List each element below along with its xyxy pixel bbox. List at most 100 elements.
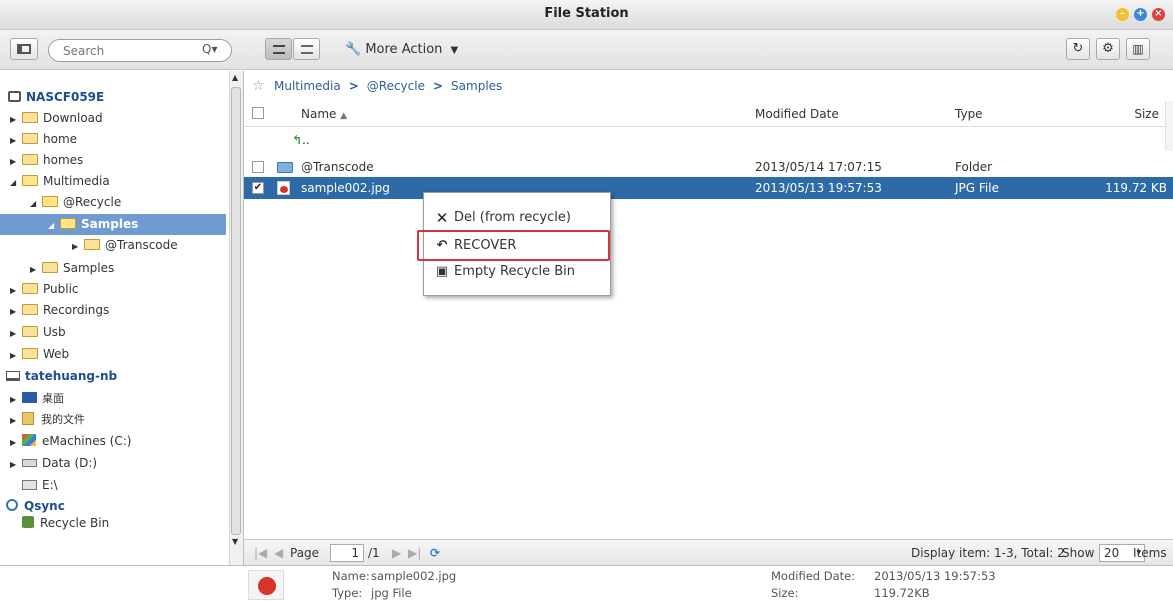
expand-arrow-icon[interactable]: ▶ xyxy=(30,259,42,280)
tree-item-documents[interactable]: ▶ 我的文件 xyxy=(10,409,85,430)
breadcrumb-recycle[interactable]: @Recycle xyxy=(367,79,425,93)
select-all-checkbox[interactable] xyxy=(252,107,264,119)
tree-item-multimedia[interactable]: ◢ Multimedia xyxy=(10,171,110,192)
window-title: File Station xyxy=(544,6,629,21)
tree-item-samples[interactable]: ▶ Samples xyxy=(30,258,114,279)
col-size[interactable]: Size xyxy=(1134,101,1159,127)
display-info: Display item: 1-3, Total: 2 xyxy=(911,546,1065,560)
sidebar-scroll-thumb[interactable] xyxy=(231,87,241,535)
collapse-arrow-icon[interactable]: ◢ xyxy=(48,215,60,236)
system-drive-icon xyxy=(22,434,36,446)
expand-arrow-icon[interactable]: ▶ xyxy=(10,345,22,366)
expand-arrow-icon[interactable]: ▶ xyxy=(10,454,22,475)
tree-item-recycle[interactable]: ◢ @Recycle xyxy=(30,192,121,213)
collapse-arrow-icon[interactable]: ◢ xyxy=(30,193,42,214)
view-list-button[interactable] xyxy=(293,38,320,60)
expand-arrow-icon[interactable]: ▶ xyxy=(10,109,22,130)
expand-arrow-icon[interactable]: ▶ xyxy=(10,280,22,301)
show-label: Show xyxy=(1062,546,1095,560)
last-page-icon[interactable]: ▶| xyxy=(408,540,421,566)
col-type[interactable]: Type xyxy=(955,101,983,127)
tree-item-download[interactable]: ▶ Download xyxy=(10,108,103,129)
tree-item-usb[interactable]: ▶ Usb xyxy=(10,322,66,343)
tree-item-desktop[interactable]: ▶ 桌面 xyxy=(10,388,64,409)
more-action-button[interactable]: 🔧 More Action ▼ xyxy=(345,39,458,61)
sidebar-scrollbar[interactable]: ▲ ▼ xyxy=(229,71,243,565)
tree-item-drive-c[interactable]: ▶ eMachines (C:) xyxy=(10,431,131,452)
folder-icon xyxy=(22,348,38,359)
menu-item-empty-recycle[interactable]: ▣ Empty Recycle Bin xyxy=(430,261,606,283)
file-list-pane: ☆ Multimedia > @Recycle > Samples Name ▲ Mod… xyxy=(244,71,1173,565)
tree-item-public[interactable]: ▶ Public xyxy=(10,279,79,300)
expand-arrow-icon[interactable]: ▶ xyxy=(10,432,22,453)
panel-icon xyxy=(17,44,31,54)
wrench-icon: 🔧 xyxy=(345,42,362,57)
refresh-button[interactable]: ↻ xyxy=(1066,38,1090,60)
sidebar-toggle-button[interactable] xyxy=(10,38,38,60)
up-folder-row[interactable]: ↰ .. xyxy=(244,129,1173,151)
tree-item-samples-selected[interactable]: ◢ Samples xyxy=(0,214,226,235)
details-pane: Name: sample002.jpg Type: jpg File Modif… xyxy=(0,565,1173,601)
expand-arrow-icon[interactable]: ▶ xyxy=(10,410,22,431)
detail-name-value: sample002.jpg xyxy=(371,569,457,583)
tree-node-pc[interactable]: tatehuang-nb xyxy=(6,366,117,387)
next-page-icon[interactable]: ▶ xyxy=(392,540,401,566)
expand-arrow-icon[interactable]: ▶ xyxy=(10,389,22,410)
view-details-button[interactable] xyxy=(265,38,292,60)
tree-node-nas[interactable]: NASCF059E xyxy=(8,87,104,108)
tree-item-drive-e[interactable]: E:\ xyxy=(22,475,58,496)
maximize-icon[interactable]: + xyxy=(1134,8,1147,21)
breadcrumb-samples[interactable]: Samples xyxy=(451,79,502,93)
tree-item-web[interactable]: ▶ Web xyxy=(10,344,69,365)
nas-icon xyxy=(8,91,21,102)
page-label: Page xyxy=(290,546,320,560)
detail-name-label: Name: xyxy=(332,569,370,583)
image-file-icon xyxy=(277,181,290,195)
first-page-icon[interactable]: |◀ xyxy=(254,540,267,566)
close-icon[interactable]: × xyxy=(1152,8,1165,21)
expand-arrow-icon[interactable]: ▶ xyxy=(10,301,22,322)
menu-item-delete[interactable]: ✕ Del (from recycle) xyxy=(430,207,606,229)
list-view-icon xyxy=(300,45,313,54)
tree-item-home[interactable]: ▶ home xyxy=(10,129,77,150)
detail-modified-label: Modified Date: xyxy=(771,569,856,583)
refresh-icon[interactable]: ⟳ xyxy=(430,540,440,566)
pager-bar: |◀ ◀ Page 1 /1 ▶ ▶| ⟳ Display item: 1-3,… xyxy=(244,539,1173,565)
expand-arrow-icon[interactable]: ▶ xyxy=(10,151,22,172)
col-name[interactable]: Name ▲ xyxy=(301,101,347,129)
expand-arrow-icon[interactable]: ▶ xyxy=(72,236,84,257)
folder-icon xyxy=(42,262,58,273)
sort-asc-icon: ▲ xyxy=(340,111,348,121)
detail-type-value: jpg File xyxy=(371,586,412,600)
search-icon[interactable]: Q▾ xyxy=(202,42,217,56)
tree-item-homes[interactable]: ▶ homes xyxy=(10,150,83,171)
settings-button[interactable]: ⚙ xyxy=(1096,38,1120,60)
expand-arrow-icon[interactable]: ▶ xyxy=(10,323,22,344)
tree-item-recordings[interactable]: ▶ Recordings xyxy=(10,300,109,321)
col-modified[interactable]: Modified Date xyxy=(755,101,839,127)
folder-icon xyxy=(22,154,38,165)
row-checkbox-checked[interactable]: ✔ xyxy=(252,182,264,194)
favorite-star-icon[interactable]: ☆ xyxy=(252,71,265,101)
page-input[interactable]: 1 xyxy=(330,544,364,562)
prev-page-icon[interactable]: ◀ xyxy=(274,540,283,566)
minimize-icon[interactable]: – xyxy=(1116,8,1129,21)
caret-down-icon: ▼ xyxy=(450,45,459,56)
folder-open-icon xyxy=(42,196,58,207)
table-row[interactable]: @Transcode 2013/05/14 17:07:15 Folder xyxy=(244,156,1173,178)
row-checkbox[interactable] xyxy=(252,161,264,173)
recycle-bin-icon xyxy=(22,516,34,528)
table-row-selected[interactable]: ✔ sample002.jpg 2013/05/13 19:57:53 JPG … xyxy=(244,177,1173,199)
scroll-up-icon[interactable]: ▲ xyxy=(232,73,238,82)
detail-size-value: 119.72KB xyxy=(874,586,930,600)
breadcrumb-multimedia[interactable]: Multimedia xyxy=(274,79,341,93)
desktop-icon xyxy=(22,392,37,403)
expand-arrow-icon[interactable]: ▶ xyxy=(10,130,22,151)
collapse-arrow-icon[interactable]: ◢ xyxy=(10,172,22,193)
scroll-down-icon[interactable]: ▼ xyxy=(232,537,238,546)
tree-item-transcode[interactable]: ▶ @Transcode xyxy=(72,235,178,256)
tree-item-drive-d[interactable]: ▶ Data (D:) xyxy=(10,453,97,474)
up-arrow-icon: ↰ xyxy=(292,133,303,147)
tree-item-recycle-bin[interactable]: Recycle Bin xyxy=(22,513,109,534)
info-panel-button[interactable]: ▥ xyxy=(1126,38,1150,60)
